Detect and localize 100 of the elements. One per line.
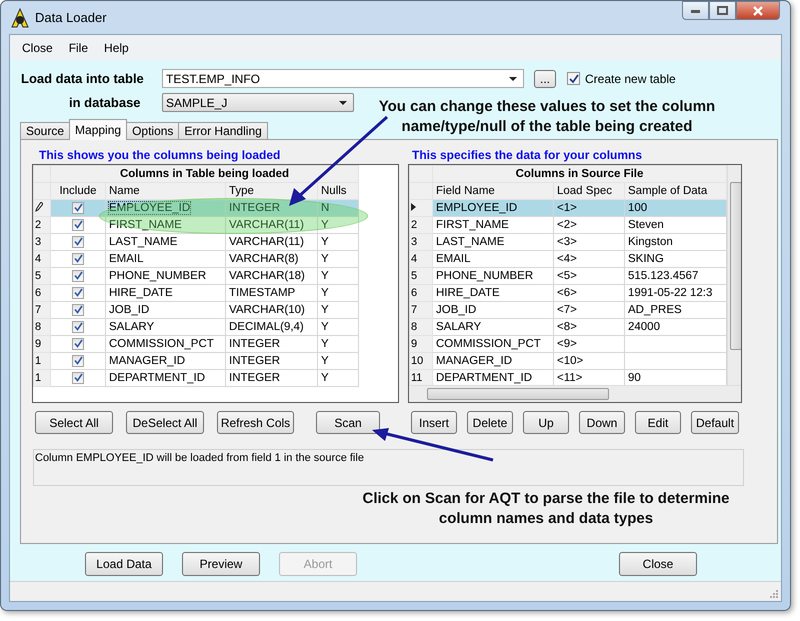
table-cell: 1991-05-22 12:3 bbox=[628, 287, 712, 299]
table-cell: VARCHAR(11) bbox=[229, 236, 304, 248]
tab[interactable]: Source bbox=[20, 122, 70, 139]
horizontal-scrollbar[interactable] bbox=[409, 385, 741, 402]
checkbox[interactable] bbox=[72, 320, 84, 333]
table-cell: FIRST_NAME bbox=[109, 219, 182, 231]
checkbox[interactable] bbox=[72, 252, 84, 265]
vertical-scrollbar[interactable] bbox=[727, 165, 741, 385]
grid-button[interactable]: Up bbox=[523, 411, 569, 434]
table-cell: Y bbox=[321, 253, 329, 265]
grid-button[interactable]: Down bbox=[579, 411, 625, 434]
menu-item[interactable]: File bbox=[62, 40, 98, 54]
table-cell: EMAIL bbox=[109, 253, 144, 265]
checkbox[interactable] bbox=[72, 304, 84, 316]
checkbox[interactable] bbox=[72, 286, 84, 299]
table-cell: Y bbox=[321, 236, 329, 248]
checkbox[interactable] bbox=[567, 72, 580, 85]
row-header: 11 bbox=[411, 372, 422, 384]
column-header[interactable]: Sample of Data bbox=[624, 182, 726, 200]
table-cell: MANAGER_ID bbox=[109, 355, 186, 367]
window-title: Data Loader bbox=[35, 10, 107, 25]
checkbox[interactable] bbox=[72, 354, 84, 367]
checkbox[interactable] bbox=[72, 202, 84, 214]
dialog-button[interactable]: Load Data bbox=[85, 552, 163, 576]
grid-button[interactable]: Select All bbox=[35, 411, 113, 434]
table-cell: AD_PRES bbox=[628, 304, 682, 316]
table-cell: Y bbox=[321, 304, 329, 316]
menu-item[interactable]: Close bbox=[16, 40, 63, 54]
table-cell: SALARY bbox=[109, 321, 154, 333]
column-header[interactable]: Load Spec bbox=[554, 182, 624, 200]
field-label: in database bbox=[68, 95, 142, 110]
row-header: 3 bbox=[411, 236, 418, 248]
table-cell: <11> bbox=[557, 372, 582, 384]
table-cell: Kingston bbox=[628, 236, 673, 248]
minimize-button[interactable] bbox=[682, 1, 709, 20]
checkbox[interactable] bbox=[72, 338, 84, 350]
row-header: 6 bbox=[411, 287, 418, 299]
table-cell: Y bbox=[321, 372, 329, 384]
row-header: 1 bbox=[35, 355, 42, 367]
close-button[interactable] bbox=[736, 1, 780, 20]
grid-button[interactable]: Edit bbox=[635, 411, 681, 434]
table-cell: HIRE_DATE bbox=[109, 287, 173, 299]
row-header: 1 bbox=[35, 372, 42, 384]
checkbox[interactable] bbox=[72, 218, 84, 231]
table-cell: <1> bbox=[557, 202, 577, 214]
grid-button[interactable]: Scan bbox=[316, 411, 380, 434]
row-pointer-icon bbox=[411, 203, 416, 211]
dialog-button[interactable]: Preview bbox=[182, 552, 260, 576]
table-cell: LAST_NAME bbox=[436, 236, 504, 248]
grid-title: Columns in Table being loaded bbox=[50, 166, 359, 182]
tab[interactable]: Options bbox=[126, 122, 180, 139]
checkbox[interactable] bbox=[72, 372, 84, 384]
table-cell: INTEGER bbox=[229, 355, 280, 367]
row-header: 9 bbox=[411, 338, 418, 350]
dialog-button[interactable]: Close bbox=[619, 552, 697, 576]
close-icon bbox=[753, 6, 763, 16]
grid-button[interactable]: Refresh Cols bbox=[217, 411, 294, 434]
table-cell: INTEGER bbox=[229, 372, 280, 384]
table-cell: JOB_ID bbox=[436, 304, 476, 316]
table-cell: <9> bbox=[557, 338, 577, 350]
table-cell: EMPLOYEE_ID bbox=[109, 202, 190, 214]
checkbox-label: Create new table bbox=[585, 72, 676, 86]
table-cell: EMAIL bbox=[436, 253, 471, 265]
browse-button[interactable]: ... bbox=[534, 70, 556, 88]
grid-button[interactable]: Default bbox=[691, 411, 740, 434]
table-cell: INTEGER bbox=[229, 338, 280, 350]
table-cell: Y bbox=[321, 270, 329, 282]
row-header: 4 bbox=[411, 253, 418, 265]
checkbox[interactable] bbox=[72, 270, 84, 282]
table-cell: <6> bbox=[557, 287, 577, 299]
menu-item[interactable]: Help bbox=[98, 40, 139, 54]
row-header: 2 bbox=[411, 219, 418, 231]
table-cell: 515.123.4567 bbox=[628, 270, 698, 282]
table-cell: VARCHAR(8) bbox=[229, 253, 298, 265]
tab[interactable]: Error Handling bbox=[178, 122, 268, 139]
column-header[interactable]: Field Name bbox=[432, 182, 554, 200]
table-cell: 24000 bbox=[628, 321, 660, 333]
column-header[interactable]: Nulls bbox=[318, 182, 359, 200]
table-dropdown[interactable]: TEST.EMP_INFO bbox=[162, 69, 524, 88]
table-cell: Steven bbox=[628, 219, 664, 231]
column-header[interactable]: Include bbox=[50, 182, 106, 200]
table-cell: INTEGER bbox=[229, 202, 280, 214]
tab[interactable]: Mapping bbox=[69, 119, 128, 140]
table-cell: Y bbox=[321, 338, 329, 350]
table-cell: DEPARTMENT_ID bbox=[436, 372, 532, 384]
maximize-button[interactable] bbox=[709, 1, 736, 20]
table-cell: <5> bbox=[557, 270, 577, 282]
checkbox[interactable] bbox=[72, 236, 84, 248]
table-cell: DECIMAL(9,4) bbox=[229, 321, 304, 333]
row-header: 10 bbox=[411, 355, 424, 367]
database-dropdown[interactable]: SAMPLE_J bbox=[162, 93, 354, 112]
minimize-icon bbox=[690, 8, 700, 12]
table-cell: <10> bbox=[557, 355, 584, 367]
maximize-icon bbox=[717, 6, 728, 15]
table-cell: Y bbox=[321, 219, 329, 231]
column-header[interactable]: Name bbox=[106, 182, 226, 200]
grid-button[interactable]: DeSelect All bbox=[126, 411, 204, 434]
panel-caption: This shows you the columns being loaded bbox=[38, 148, 282, 164]
grid-button[interactable]: Delete bbox=[467, 411, 513, 434]
grid-button[interactable]: Insert bbox=[411, 411, 457, 434]
